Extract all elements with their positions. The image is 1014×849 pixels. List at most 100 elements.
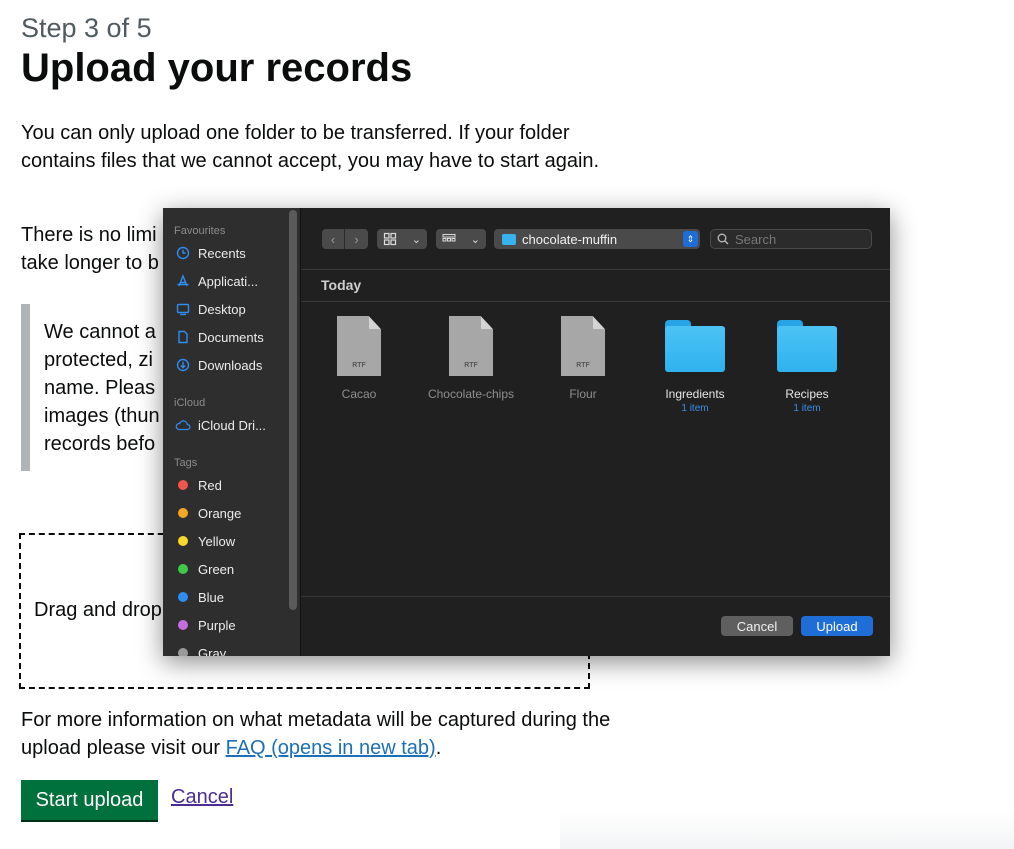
chevron-down-icon: ⌄ (411, 233, 421, 246)
drop-zone-text: Drag and drop (34, 599, 162, 621)
toolbar-divider (301, 269, 890, 270)
folder-item-recipes[interactable]: Recipes 1 item (751, 316, 863, 414)
search-field[interactable] (710, 229, 872, 249)
dialog-cancel-button[interactable]: Cancel (721, 616, 793, 636)
file-item-flour[interactable]: RTF Flour (527, 316, 639, 401)
tag-label: Blue (198, 589, 225, 605)
folder-icon (502, 233, 516, 245)
grid-view-icon (383, 232, 397, 246)
back-button[interactable]: ‹ (322, 229, 345, 249)
tag-label: Red (198, 477, 222, 493)
yellow-dot-icon (178, 536, 188, 546)
sidebar-item-label: Recents (198, 245, 246, 261)
dialog-sidebar: Favourites Recents Applicati... Desktop … (163, 208, 301, 656)
folder-icon (665, 320, 725, 372)
nav-buttons: ‹ › (322, 229, 368, 249)
rtf-document-icon: RTF (449, 316, 493, 376)
applications-icon (175, 273, 191, 289)
dialog-main: ‹ › ⌄ ⌄ chocolate-muffin ⇕ Today RTF Cac… (301, 208, 890, 656)
blue-dot-icon (178, 592, 188, 602)
inset-line: protected, zi (44, 349, 153, 371)
sidebar-item-label: Applicati... (198, 273, 258, 289)
tag-item-orange[interactable]: Orange (175, 502, 285, 524)
sidebar-item-downloads[interactable]: Downloads (175, 354, 285, 376)
folder-item-count: 1 item (793, 403, 821, 414)
sidebar-scrollbar[interactable] (289, 210, 297, 610)
file-picker-dialog: Favourites Recents Applicati... Desktop … (163, 208, 890, 656)
inset-line: name. Pleas (44, 377, 156, 399)
rtf-document-icon: RTF (337, 316, 381, 376)
red-dot-icon (178, 480, 188, 490)
tag-item-gray[interactable]: Gray (175, 642, 285, 656)
file-name: Chocolate-chips (427, 387, 515, 401)
step-indicator: Step 3 of 5 (21, 13, 152, 43)
sidebar-item-desktop[interactable]: Desktop (175, 298, 285, 320)
cancel-link[interactable]: Cancel (171, 786, 233, 809)
sidebar-item-recents[interactable]: Recents (175, 242, 285, 264)
file-item-chocolate-chips[interactable]: RTF Chocolate-chips (415, 316, 527, 401)
folder-item-count: 1 item (681, 403, 709, 414)
folder-icon (777, 320, 837, 372)
orange-dot-icon (178, 508, 188, 518)
group-by-button[interactable]: ⌄ (436, 229, 486, 249)
cloud-icon (175, 417, 191, 433)
more-info-paragraph: For more information on what metadata wi… (21, 706, 621, 762)
gray-dot-icon (178, 648, 188, 656)
chevron-down-icon: ⌄ (470, 233, 480, 246)
limit-line-1: There is no limi (21, 224, 157, 246)
more-info-end: . (435, 737, 442, 759)
start-upload-button[interactable]: Start upload (21, 780, 158, 820)
inset-line: records befo (44, 433, 156, 455)
path-popup[interactable]: chocolate-muffin ⇕ (494, 229, 700, 249)
tag-item-red[interactable]: Red (175, 474, 285, 496)
tag-item-yellow[interactable]: Yellow (175, 530, 285, 552)
file-name: Cacao (341, 387, 377, 401)
intro-paragraph: You can only upload one folder to be tra… (21, 122, 600, 172)
dialog-upload-button[interactable]: Upload (801, 616, 873, 636)
purple-dot-icon (178, 620, 188, 630)
desktop-icon (175, 301, 191, 317)
tag-label: Gray (198, 645, 227, 657)
page-title: Upload your records (21, 46, 413, 90)
tags-heading: Tags (174, 457, 198, 469)
tag-label: Yellow (198, 533, 236, 549)
file-item-cacao[interactable]: RTF Cacao (303, 316, 415, 401)
folder-name: Ingredients (665, 387, 725, 401)
sidebar-item-label: Downloads (198, 357, 263, 373)
sidebar-item-label: Desktop (198, 301, 246, 317)
folder-name: Recipes (785, 387, 829, 401)
bottom-shadow (560, 812, 1014, 849)
document-icon (175, 329, 191, 345)
sidebar-item-documents[interactable]: Documents (175, 326, 285, 348)
section-divider (301, 301, 890, 302)
chevron-left-icon: ‹ (330, 231, 336, 247)
inset-line: We cannot a (44, 321, 156, 343)
tag-item-green[interactable]: Green (175, 558, 285, 580)
group-grid-icon (442, 234, 456, 242)
current-folder-name: chocolate-muffin (522, 231, 618, 247)
file-name: Flour (569, 387, 597, 401)
inset-line: images (thun (44, 405, 160, 427)
tag-item-blue[interactable]: Blue (175, 586, 285, 608)
up-down-chevron-icon: ⇕ (683, 231, 698, 247)
sidebar-item-label: Documents (198, 329, 264, 345)
green-dot-icon (178, 564, 188, 574)
folder-item-ingredients[interactable]: Ingredients 1 item (639, 316, 751, 414)
tag-label: Purple (198, 617, 236, 633)
view-mode-button[interactable]: ⌄ (377, 229, 427, 249)
sidebar-item-label: iCloud Dri... (198, 417, 266, 433)
icloud-heading: iCloud (174, 397, 206, 409)
favourites-heading: Favourites (174, 225, 226, 237)
search-input[interactable] (735, 231, 865, 247)
tag-label: Green (198, 561, 235, 577)
search-icon (717, 233, 729, 245)
section-header-today: Today (321, 277, 362, 293)
tag-item-purple[interactable]: Purple (175, 614, 285, 636)
sidebar-item-icloud-drive[interactable]: iCloud Dri... (175, 414, 285, 436)
download-icon (175, 357, 191, 373)
chevron-right-icon: › (354, 231, 359, 247)
forward-button[interactable]: › (345, 229, 368, 249)
faq-link[interactable]: FAQ (opens in new tab) (226, 737, 436, 759)
sidebar-item-applications[interactable]: Applicati... (175, 270, 285, 292)
footer-divider (301, 596, 890, 597)
